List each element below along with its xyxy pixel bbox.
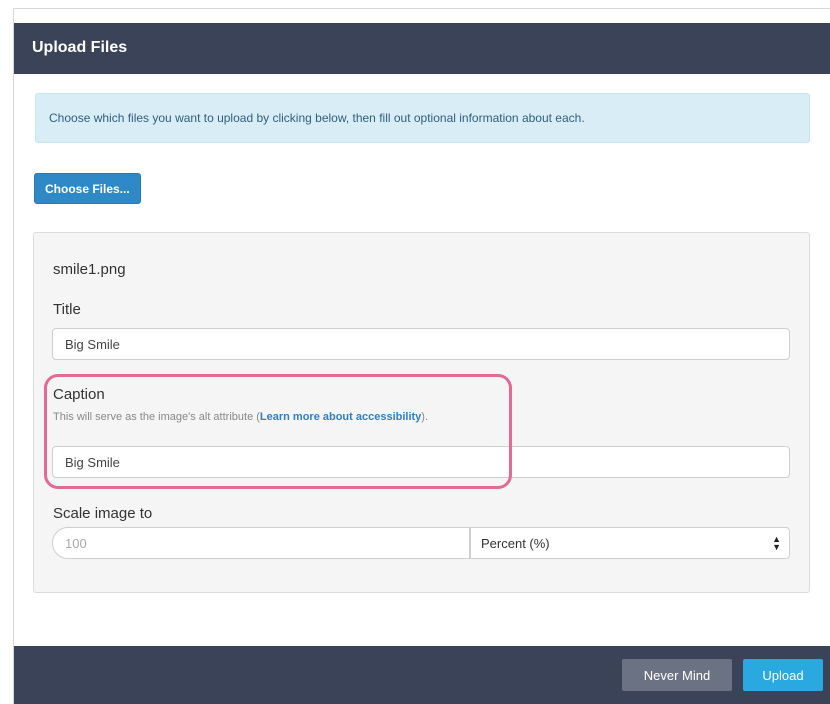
never-mind-button[interactable]: Never Mind [622,659,732,691]
scale-unit-select[interactable]: Percent (%) ▲ ▼ [470,527,790,559]
caption-label: Caption [53,386,105,403]
info-alert: Choose which files you want to upload by… [35,93,810,143]
scale-label: Scale image to [53,505,153,522]
choose-files-button[interactable]: Choose Files... [34,173,141,204]
modal-footer: Never Mind Upload [14,646,830,704]
title-input[interactable] [52,328,790,360]
file-name: smile1.png [53,261,126,278]
modal-title: Upload Files [32,39,128,56]
info-alert-text: Choose which files you want to upload by… [49,111,585,125]
modal-header: Upload Files [14,23,830,74]
title-label: Title [53,301,81,318]
upload-button[interactable]: Upload [743,659,823,691]
accessibility-link[interactable]: Learn more about accessibility [260,411,421,423]
file-panel: smile1.png Title Caption This will serve… [33,232,810,593]
scale-input[interactable] [52,527,470,559]
sort-arrows-icon: ▲ ▼ [772,534,781,552]
caption-input[interactable] [52,446,790,478]
caption-help-text: This will serve as the image's alt attri… [53,411,428,423]
scale-unit-value: Percent (%) [481,536,550,551]
caption-help-prefix: This will serve as the image's alt attri… [53,411,260,423]
upload-files-modal: Upload Files Choose which files you want… [13,8,830,704]
caption-help-suffix: ). [421,411,429,423]
